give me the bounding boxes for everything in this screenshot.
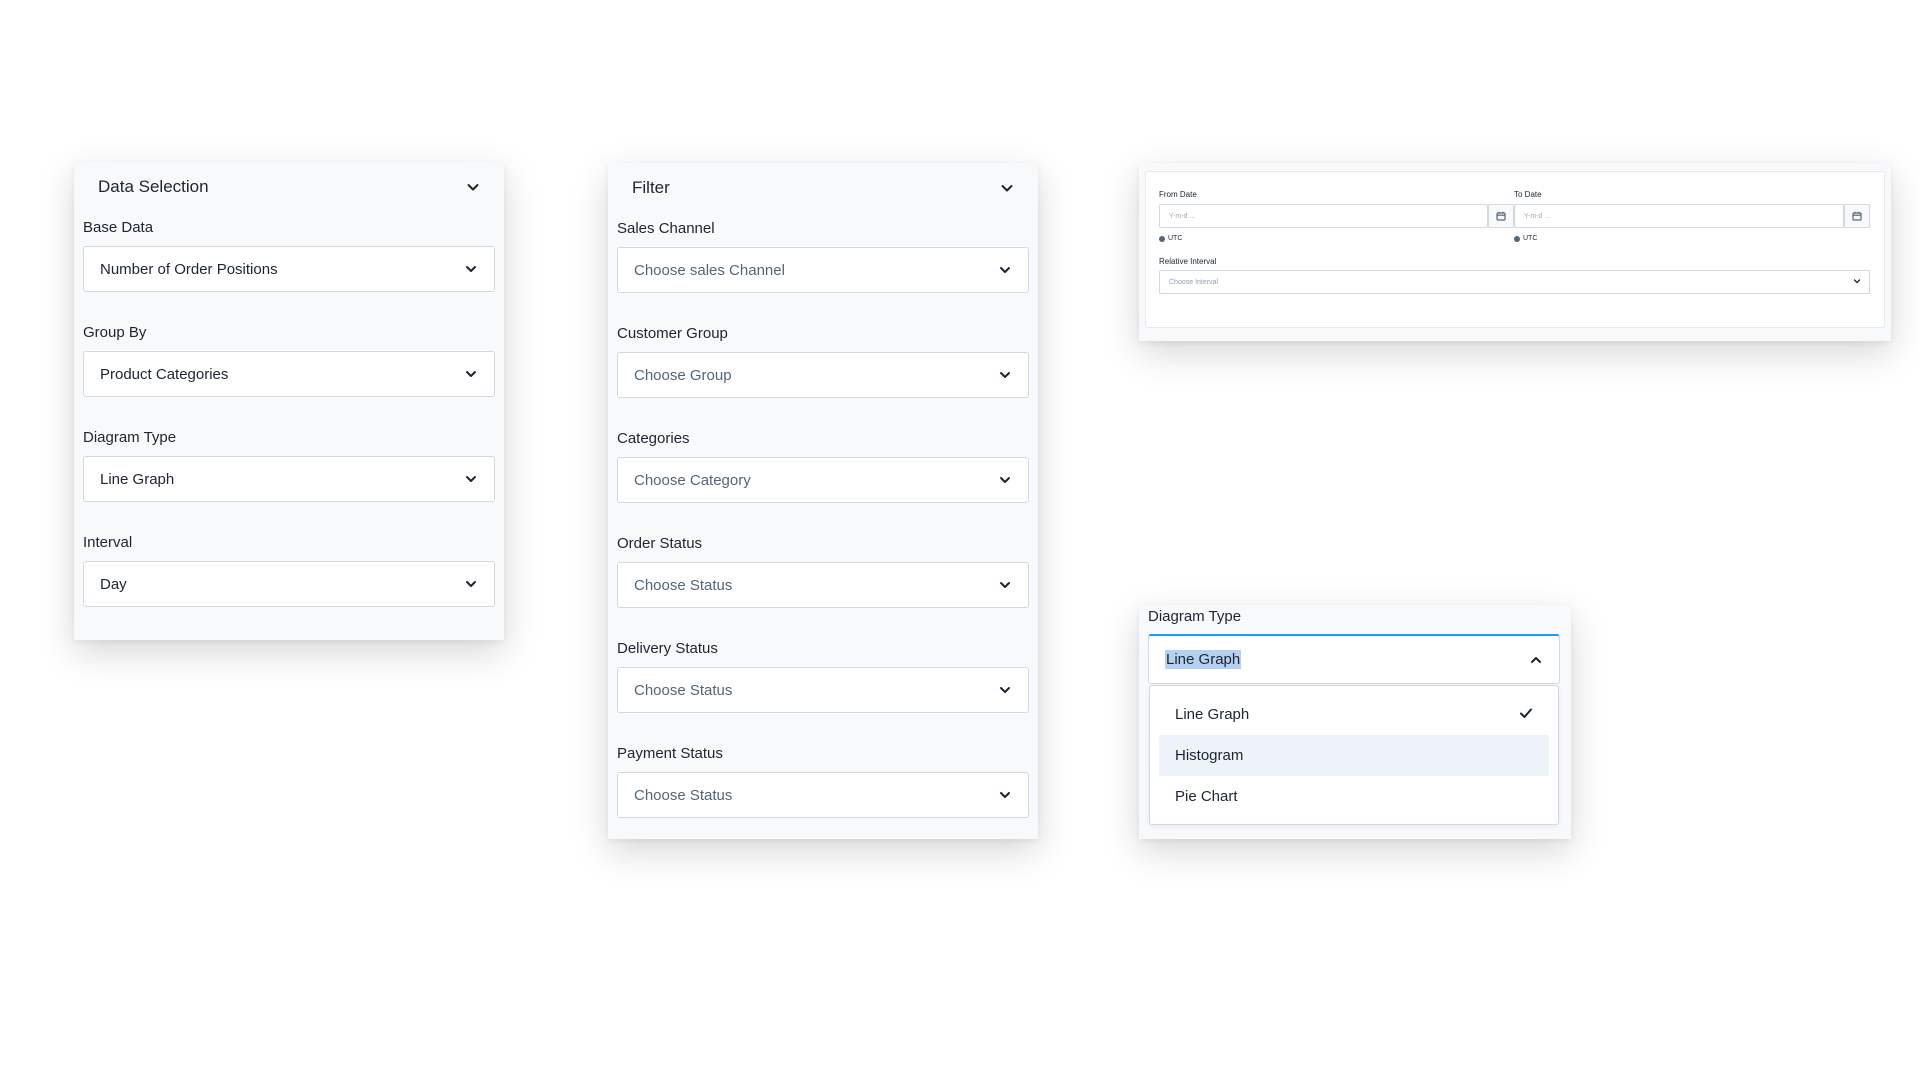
categories-field: Categories Choose Category — [608, 430, 1038, 503]
calendar-icon[interactable] — [1488, 204, 1514, 228]
interval-label: Interval — [83, 534, 133, 551]
from-date-placeholder: Y-m-d ... — [1169, 212, 1196, 220]
chevron-down-icon — [464, 472, 478, 486]
chevron-down-icon[interactable] — [1000, 181, 1014, 195]
group-by-field: Group By Product Categories — [74, 324, 504, 397]
diagram-type-options-list: Line Graph Histogram Pie Chart — [1149, 685, 1559, 825]
to-date-input[interactable]: Y-m-d ... — [1514, 204, 1844, 228]
chevron-down-icon — [464, 367, 478, 381]
date-range-panel: From Date Y-m-d ... UTC To Date Y-m-d ..… — [1139, 163, 1891, 341]
sales-channel-select[interactable]: Choose sales Channel — [617, 247, 1029, 293]
diagram-type-label: Diagram Type — [83, 429, 177, 446]
customer-group-label: Customer Group — [617, 325, 728, 342]
option-pie-chart[interactable]: Pie Chart — [1159, 776, 1549, 817]
interval-select[interactable]: Day — [83, 561, 495, 607]
data-selection-header[interactable]: Data Selection — [74, 162, 504, 212]
chevron-down-icon — [998, 368, 1012, 382]
payment-status-label: Payment Status — [617, 745, 723, 762]
relative-interval-label: Relative Interval — [1159, 257, 1217, 266]
interval-field: Interval Day — [74, 534, 504, 607]
categories-placeholder: Choose Category — [634, 471, 751, 489]
option-line-graph[interactable]: Line Graph — [1159, 694, 1549, 735]
chevron-down-icon — [464, 577, 478, 591]
base-data-label: Base Data — [83, 219, 154, 236]
to-timezone-label: UTC — [1523, 235, 1538, 242]
chevron-down-icon — [998, 473, 1012, 487]
order-status-label: Order Status — [617, 535, 703, 552]
globe-icon — [1514, 235, 1520, 242]
delivery-status-placeholder: Choose Status — [634, 681, 733, 699]
customer-group-field: Customer Group Choose Group — [608, 325, 1038, 398]
base-data-field: Base Data Number of Order Positions — [74, 219, 504, 292]
chevron-down-icon — [998, 578, 1012, 592]
group-by-value: Product Categories — [100, 365, 229, 383]
delivery-status-select[interactable]: Choose Status — [617, 667, 1029, 713]
diagram-type-field: Diagram Type Line Graph — [74, 429, 504, 502]
option-label: Line Graph — [1175, 706, 1250, 723]
check-icon — [1519, 706, 1533, 723]
relative-interval-select[interactable]: Choose Interval — [1159, 270, 1870, 294]
payment-status-placeholder: Choose Status — [634, 786, 733, 804]
sales-channel-field: Sales Channel Choose sales Channel — [608, 220, 1038, 293]
order-status-placeholder: Choose Status — [634, 576, 733, 594]
order-status-field: Order Status Choose Status — [608, 535, 1038, 608]
chevron-down-icon[interactable] — [466, 180, 480, 194]
customer-group-placeholder: Choose Group — [634, 366, 732, 384]
group-by-label: Group By — [83, 324, 147, 341]
date-range-card: From Date Y-m-d ... UTC To Date Y-m-d ..… — [1145, 171, 1885, 328]
from-timezone: UTC — [1159, 235, 1182, 242]
chevron-down-icon — [1853, 277, 1861, 287]
from-date-input[interactable]: Y-m-d ... — [1159, 204, 1488, 228]
diagram-type-label: Diagram Type — [1148, 608, 1242, 625]
customer-group-select[interactable]: Choose Group — [617, 352, 1029, 398]
categories-select[interactable]: Choose Category — [617, 457, 1029, 503]
to-date-label: To Date — [1514, 190, 1542, 199]
option-label: Histogram — [1175, 747, 1244, 764]
base-data-select[interactable]: Number of Order Positions — [83, 246, 495, 292]
filter-title: Filter — [632, 178, 670, 197]
diagram-type-select[interactable]: Line Graph — [83, 456, 495, 502]
base-data-value: Number of Order Positions — [100, 260, 278, 278]
sales-channel-label: Sales Channel — [617, 220, 715, 237]
delivery-status-field: Delivery Status Choose Status — [608, 640, 1038, 713]
diagram-type-value: Line Graph — [100, 470, 175, 488]
option-label: Pie Chart — [1175, 788, 1238, 805]
to-timezone: UTC — [1514, 235, 1537, 242]
from-date-label: From Date — [1159, 190, 1197, 199]
chevron-down-icon — [998, 683, 1012, 697]
diagram-type-select-open[interactable]: Line Graph — [1148, 634, 1560, 684]
categories-label: Categories — [617, 430, 690, 447]
to-date-placeholder: Y-m-d ... — [1524, 212, 1551, 220]
diagram-type-selected-value: Line Graph — [1165, 650, 1242, 669]
diagram-type-dropdown-panel: Diagram Type Line Graph Line Graph Histo… — [1139, 605, 1571, 839]
option-histogram[interactable]: Histogram — [1159, 735, 1549, 776]
data-selection-title: Data Selection — [98, 177, 209, 196]
order-status-select[interactable]: Choose Status — [617, 562, 1029, 608]
filter-header[interactable]: Filter — [608, 163, 1038, 213]
from-timezone-label: UTC — [1168, 235, 1183, 242]
sales-channel-placeholder: Choose sales Channel — [634, 261, 785, 279]
globe-icon — [1159, 235, 1165, 242]
chevron-down-icon — [464, 262, 478, 276]
chevron-down-icon — [998, 263, 1012, 277]
payment-status-select[interactable]: Choose Status — [617, 772, 1029, 818]
group-by-select[interactable]: Product Categories — [83, 351, 495, 397]
interval-value: Day — [100, 575, 127, 593]
relative-interval-placeholder: Choose Interval — [1169, 278, 1219, 286]
chevron-up-icon — [1529, 653, 1543, 667]
calendar-icon[interactable] — [1844, 204, 1870, 228]
delivery-status-label: Delivery Status — [617, 640, 718, 657]
chevron-down-icon — [998, 788, 1012, 802]
filter-panel: Filter Sales Channel Choose sales Channe… — [608, 163, 1038, 839]
data-selection-panel: Data Selection Base Data Number of Order… — [74, 162, 504, 640]
payment-status-field: Payment Status Choose Status — [608, 745, 1038, 818]
